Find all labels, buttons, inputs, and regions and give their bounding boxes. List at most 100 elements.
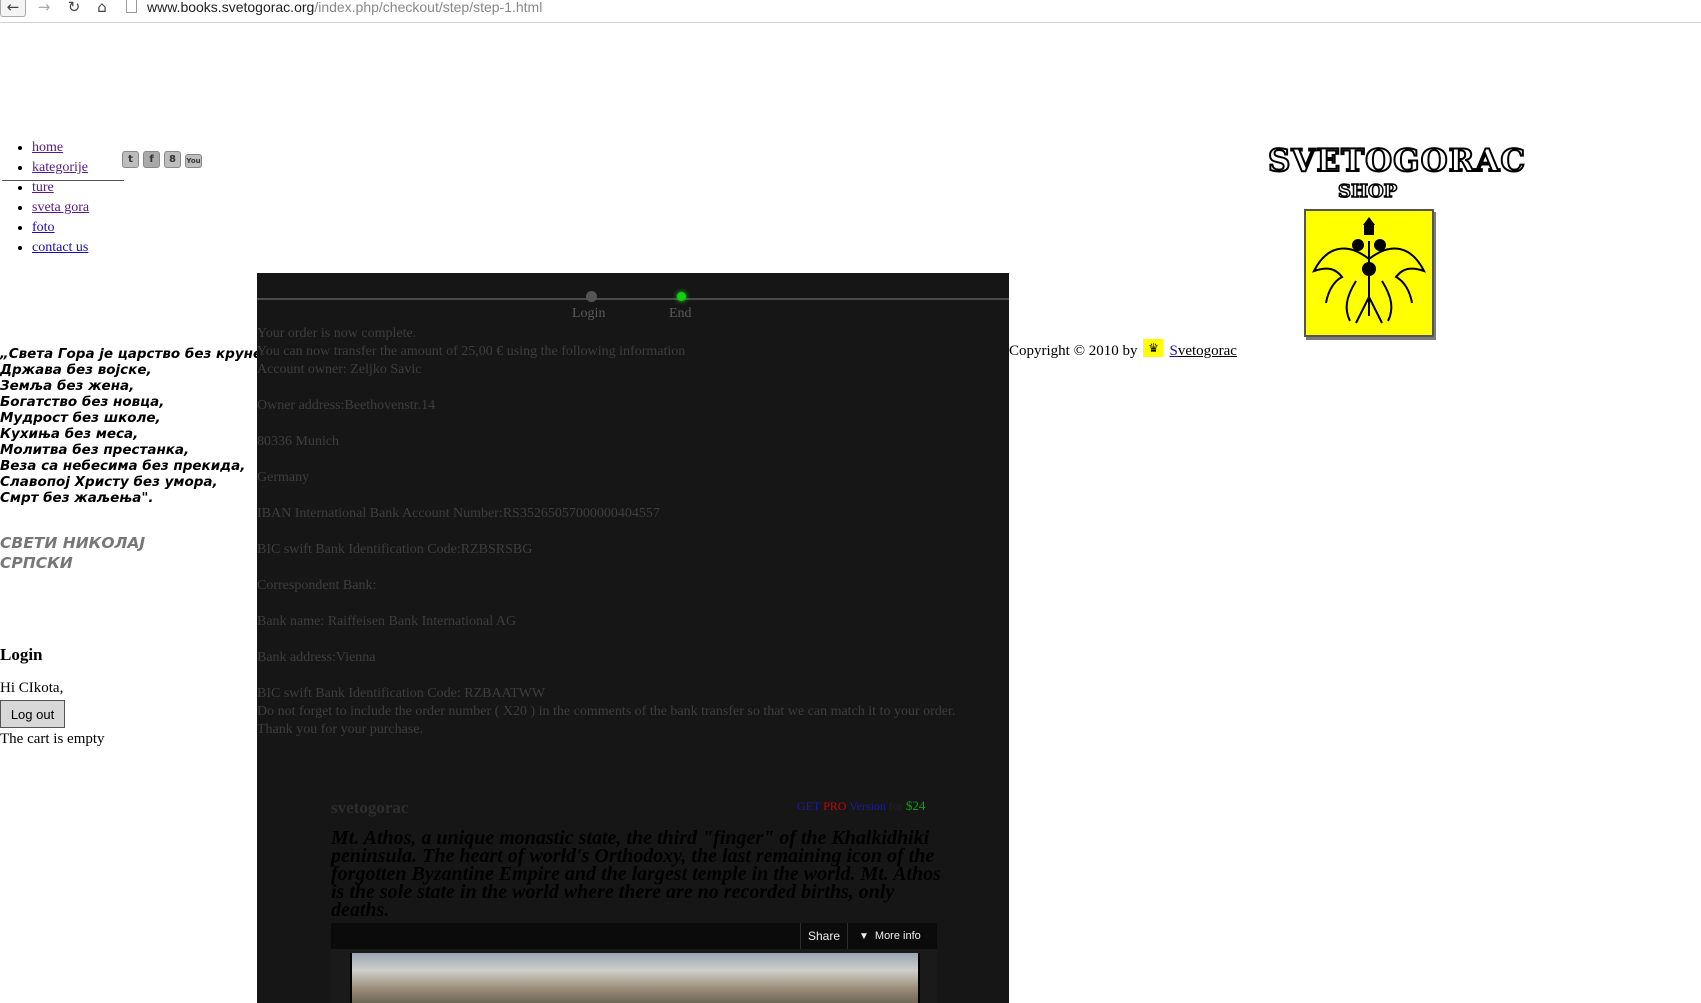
url-path: /index.php/checkout/step/step-1.html — [314, 0, 543, 15]
user-greeting: Hi CIkota, — [0, 680, 64, 696]
logo-subtitle: SHOP — [1337, 180, 1398, 203]
copyright-notice: Copyright © 2010 by ♛ Svetogorac — [1009, 339, 1237, 361]
step-label-end: End — [669, 306, 692, 321]
arrow-right-icon: → — [37, 0, 51, 16]
main-nav: home kategorije ture sveta gora foto con… — [0, 138, 89, 258]
address-bar[interactable]: www.books.svetogorac.org/index.php/check… — [147, 0, 542, 15]
order-line: BIC swift Bank Identification Code:RZBSR… — [257, 542, 533, 557]
promo-version: Version — [849, 799, 886, 813]
facebook-icon[interactable]: f — [143, 151, 160, 168]
quote-line: Богатство без новца, — [0, 394, 165, 410]
quote-block: „Света Гора је царство без круне, Држава… — [0, 346, 267, 506]
order-line: BIC swift Bank Identification Code: RZBA… — [257, 686, 546, 701]
eagle-small-icon: ♛ — [1143, 339, 1164, 357]
arrow-left-icon: ← — [6, 0, 20, 16]
promo-tagline: Mt. Athos, a unique monastic state, the … — [331, 827, 941, 921]
home-icon: ⌂ — [97, 0, 107, 16]
login-heading: Login — [0, 645, 43, 664]
order-line: Owner address:Beethovenstr.14 — [257, 398, 436, 413]
copyright-text: Copyright © 2010 by — [1009, 343, 1138, 359]
nav-link-home[interactable]: home — [32, 140, 63, 155]
quote-author-line1: СВЕТИ НИКОЛАЈ — [0, 534, 146, 552]
nav-link-kategorije[interactable]: kategorije — [32, 160, 88, 175]
step-dot-login — [586, 291, 597, 302]
video-share-button[interactable]: Share — [800, 923, 847, 949]
quote-line: Кухиња без меса, — [0, 426, 139, 442]
promo-get: GET — [797, 799, 821, 813]
quote-line: Смрт без жаљења". — [0, 490, 154, 506]
logo-title: SVETOGORAC — [1267, 142, 1527, 180]
quote-author: СВЕТИ НИКОЛАЈ СРПСКИ — [0, 533, 145, 573]
embedded-video[interactable]: Share ▼ More info — [331, 923, 937, 1003]
copyright-link[interactable]: Svetogorac — [1169, 343, 1236, 359]
order-line: IBAN International Bank Account Number:R… — [257, 506, 660, 521]
logout-button[interactable]: Log out — [0, 700, 65, 728]
quote-line: „Света Гора је царство без круне, — [0, 346, 268, 362]
order-line: Account owner: Zeljko Savic — [257, 362, 422, 377]
nav-item-kategorije: kategorije — [32, 158, 89, 178]
quote-line: Држава без војске, — [0, 362, 152, 378]
eagle-icon — [1311, 217, 1427, 324]
url-domain: www.books.svetogorac.org — [147, 0, 315, 15]
quote-line: Веза са небесима без прекида, — [0, 458, 246, 474]
order-line: Your order is now complete. — [257, 326, 417, 341]
step-label-login: Login — [572, 306, 606, 321]
browser-toolbar: ← → ↻ ⌂ www.books.svetogorac.org/index.p… — [0, 0, 1701, 23]
order-confirmation: Your order is now complete. You can now … — [257, 325, 1009, 739]
reload-icon: ↻ — [67, 0, 81, 16]
quote-author-line2: СРПСКИ — [0, 554, 73, 572]
reload-button[interactable]: ↻ — [64, 0, 84, 16]
forward-button[interactable]: → — [34, 0, 54, 16]
nav-item-ture: ture — [32, 178, 89, 198]
nav-item-sveta-gora: sveta gora — [32, 198, 89, 218]
nav-link-ture[interactable]: ture — [32, 180, 54, 195]
checkout-progress-line — [257, 298, 1009, 300]
google-plus-icon[interactable]: 8 — [164, 151, 181, 168]
back-button[interactable]: ← — [0, 0, 26, 17]
copyright-link-rest: vetogorac — [1177, 343, 1237, 359]
promo-site-name: svetogorac — [331, 798, 409, 817]
order-line: Correspondent Bank: — [257, 578, 377, 593]
twitter-icon[interactable]: t — [122, 151, 139, 168]
home-button[interactable]: ⌂ — [92, 0, 112, 16]
order-line: 80336 Munich — [257, 434, 340, 449]
double-headed-eagle-emblem — [1304, 209, 1434, 337]
order-line: Germany — [257, 470, 310, 485]
promo-price: $24 — [905, 798, 926, 813]
copyright-link-initial: S — [1169, 343, 1178, 359]
video-more-info-button[interactable]: ▼ More info — [847, 923, 938, 949]
quote-line: Славопој Христу без умора, — [0, 474, 218, 490]
nav-item-contact-us: contact us — [32, 238, 89, 258]
nav-link-foto[interactable]: foto — [32, 220, 55, 235]
nav-divider — [2, 180, 124, 181]
double-chevron-down-icon: ▼ — [859, 931, 869, 942]
get-pro-link[interactable]: GET PRO Version for $24 — [797, 798, 925, 814]
page-icon — [126, 0, 137, 13]
nav-link-sveta-gora[interactable]: sveta gora — [32, 200, 89, 215]
nav-item-home: home — [32, 138, 89, 158]
order-line: Thank you for your purchase. — [257, 722, 424, 737]
order-line: Bank name: Raiffeisen Bank International… — [257, 614, 517, 629]
promo-pro: PRO — [823, 799, 847, 813]
order-line: Do not forget to include the order numbe… — [257, 704, 956, 719]
checkout-panel: Login End Your order is now complete. Yo… — [257, 273, 1009, 1003]
quote-line: Мудрост без школе, — [0, 410, 161, 426]
nav-link-contact-us[interactable]: contact us — [32, 240, 88, 255]
nav-item-foto: foto — [32, 218, 89, 238]
youtube-icon[interactable]: You — [185, 154, 202, 168]
quote-line: Земља без жена, — [0, 378, 135, 394]
quote-line: Молитва без престанка, — [0, 442, 190, 458]
promo-for: for — [888, 799, 903, 813]
order-line: Bank address:Vienna — [257, 650, 376, 665]
video-thumbnail[interactable] — [350, 953, 920, 1003]
cart-status: The cart is empty — [0, 731, 105, 747]
